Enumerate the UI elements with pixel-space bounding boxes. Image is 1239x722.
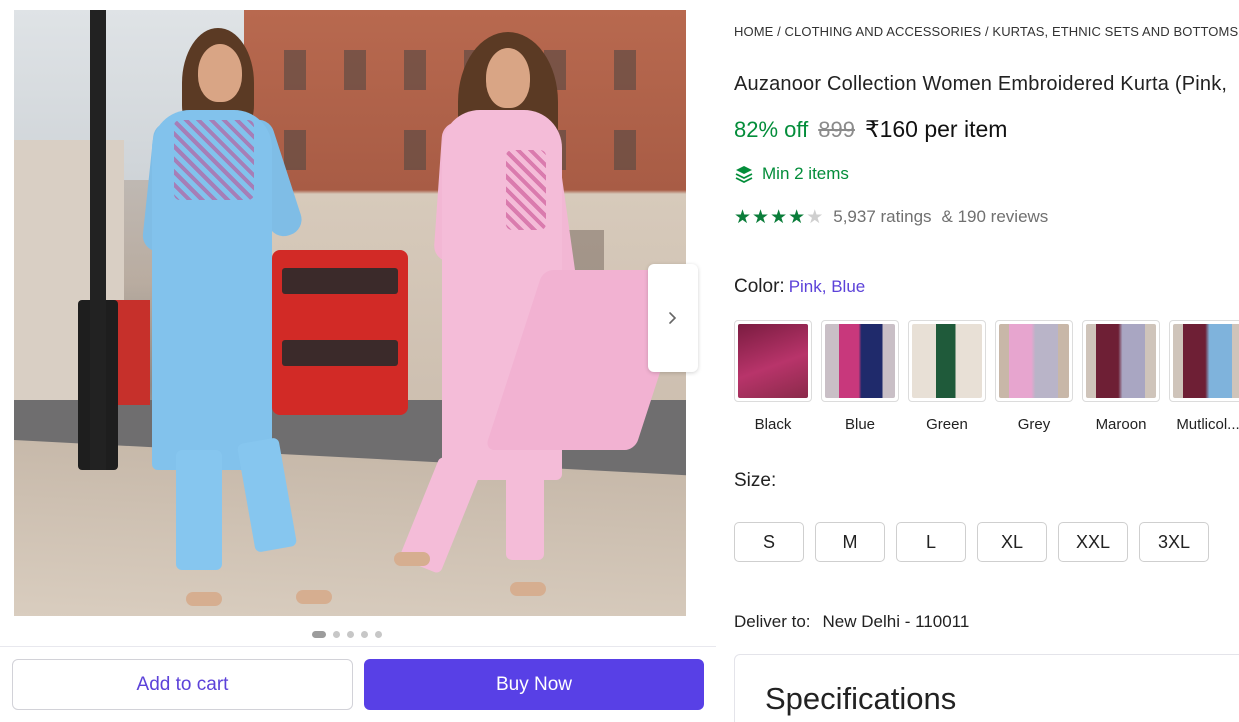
- ratings-count: 5,937 ratings: [833, 207, 932, 226]
- buy-now-button[interactable]: Buy Now: [364, 659, 704, 710]
- product-image[interactable]: [14, 10, 686, 616]
- selected-colors: Pink, Blue: [788, 277, 866, 296]
- breadcrumb-home[interactable]: HOME: [734, 24, 773, 39]
- star-rating: ★ ★ ★ ★ ★: [734, 208, 823, 227]
- price-row: 82% off 899 ₹160 per item: [734, 116, 1007, 143]
- deliver-to-label: Deliver to:: [734, 612, 811, 631]
- color-option-multicolor[interactable]: Mutlicol...: [1169, 320, 1239, 433]
- color-option-label: Mutlicol...: [1176, 416, 1239, 433]
- size-option-xl[interactable]: XL: [977, 522, 1047, 562]
- specifications-title: Specifications: [765, 681, 957, 716]
- add-to-cart-button[interactable]: Add to cart: [12, 659, 353, 710]
- color-selector-label: Color: Pink, Blue: [734, 276, 865, 298]
- size-option-m[interactable]: M: [815, 522, 885, 562]
- size-option-s[interactable]: S: [734, 522, 804, 562]
- star-icon: ★: [788, 206, 806, 228]
- color-option-maroon[interactable]: Maroon: [1082, 320, 1160, 433]
- delivery-location[interactable]: Deliver to: New Delhi - 110011: [734, 612, 969, 632]
- size-option-l[interactable]: L: [896, 522, 966, 562]
- min-quantity-text: Min 2 items: [762, 164, 849, 183]
- selling-price: ₹160 per item: [864, 116, 1008, 142]
- color-option-green[interactable]: Green: [908, 320, 986, 433]
- size-options: S M L XL XXL 3XL: [734, 522, 1209, 562]
- product-gallery: Add to cart Buy Now: [0, 0, 716, 722]
- next-image-button[interactable]: [648, 264, 698, 372]
- swatch-image: [738, 324, 808, 398]
- color-option-label: Grey: [1017, 416, 1051, 433]
- pagination-dot-1[interactable]: [312, 631, 326, 638]
- breadcrumb-clothing[interactable]: CLOTHING AND ACCESSORIES: [785, 24, 982, 39]
- star-icon: ★: [770, 206, 788, 228]
- product-title: Auzanoor Collection Women Embroidered Ku…: [734, 73, 1228, 95]
- star-icon: ★: [734, 206, 752, 228]
- swatch-image: [1173, 324, 1239, 398]
- size-label: Size:: [734, 470, 777, 491]
- swatch-image: [1086, 324, 1156, 398]
- specifications-card: Specifications: [734, 654, 1239, 722]
- product-details: HOME / CLOTHING AND ACCESSORIES / KURTAS…: [734, 0, 1239, 722]
- original-price: 899: [818, 117, 855, 142]
- color-option-label: Maroon: [1095, 416, 1147, 433]
- size-option-3xl[interactable]: 3XL: [1139, 522, 1209, 562]
- layers-icon: [735, 166, 753, 184]
- discount-percent: 82% off: [734, 117, 809, 142]
- pagination-dot-2[interactable]: [333, 631, 340, 638]
- color-option-black[interactable]: Black: [734, 320, 812, 433]
- color-option-label: Green: [926, 416, 968, 433]
- chevron-right-icon: [669, 312, 677, 324]
- pagination-dot-4[interactable]: [361, 631, 368, 638]
- color-option-label: Black: [754, 416, 792, 433]
- color-label: Color:: [734, 276, 785, 297]
- color-swatches: Black Blue Green Grey Maroon Mutlicol...: [734, 320, 1239, 433]
- image-pagination-dots: [312, 631, 382, 638]
- breadcrumb: HOME / CLOTHING AND ACCESSORIES / KURTAS…: [734, 24, 1239, 39]
- color-option-label: Blue: [844, 416, 876, 433]
- min-quantity: Min 2 items: [734, 164, 849, 184]
- reviews-count: & 190 reviews: [941, 207, 1049, 226]
- pagination-dot-3[interactable]: [347, 631, 354, 638]
- delivery-address: New Delhi - 110011: [822, 612, 970, 631]
- swatch-image: [912, 324, 982, 398]
- star-empty-icon: ★: [806, 206, 824, 228]
- star-icon: ★: [752, 206, 770, 228]
- rating-summary[interactable]: ★ ★ ★ ★ ★ 5,937 ratings & 190 reviews: [734, 207, 1048, 227]
- color-option-blue[interactable]: Blue: [821, 320, 899, 433]
- pagination-dot-5[interactable]: [375, 631, 382, 638]
- swatch-image: [999, 324, 1069, 398]
- swatch-image: [825, 324, 895, 398]
- breadcrumb-kurtas[interactable]: KURTAS, ETHNIC SETS AND BOTTOMS: [992, 24, 1238, 39]
- color-option-grey[interactable]: Grey: [995, 320, 1073, 433]
- action-bar: Add to cart Buy Now: [0, 646, 716, 722]
- size-option-xxl[interactable]: XXL: [1058, 522, 1128, 562]
